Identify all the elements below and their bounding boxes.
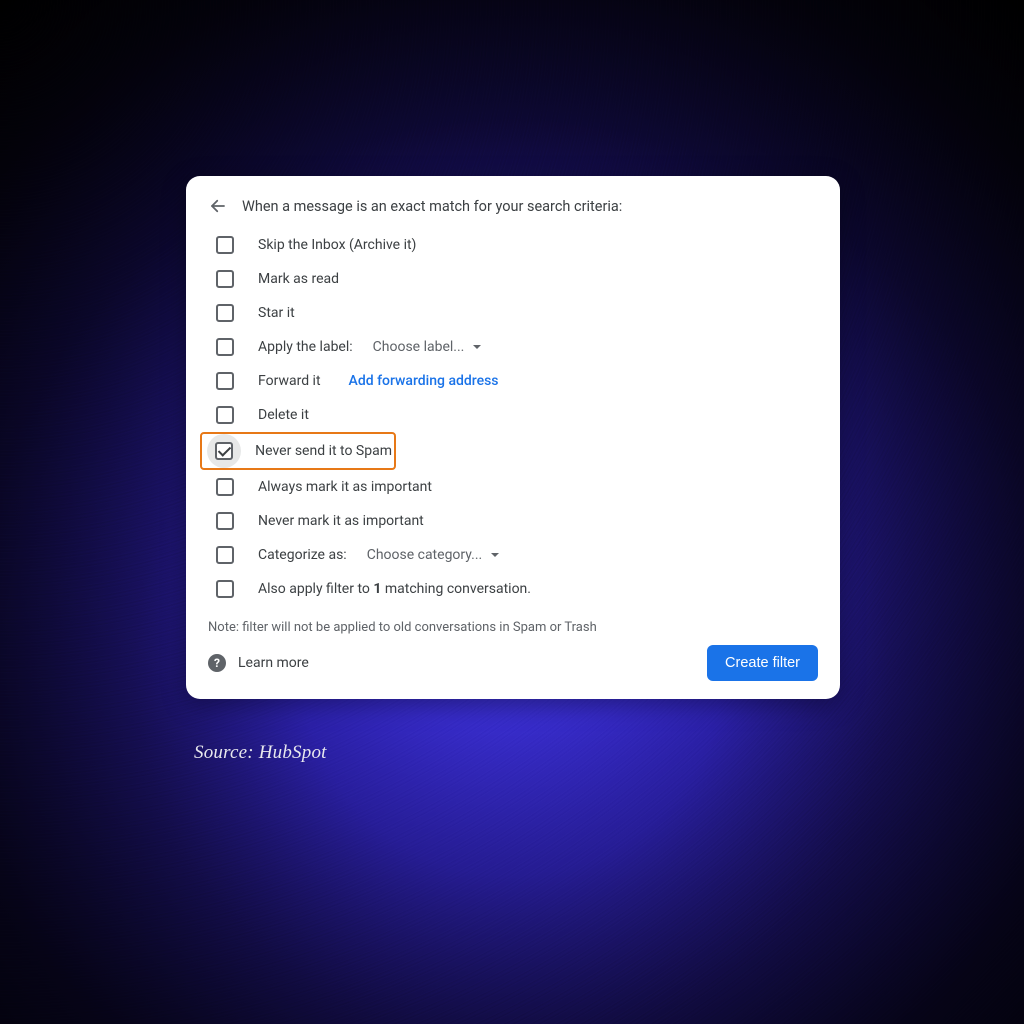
checkbox-forward[interactable] xyxy=(216,372,234,390)
checkbox-apply-label[interactable] xyxy=(216,338,234,356)
checkbox-never-spam[interactable] xyxy=(215,442,233,460)
option-label: Mark as read xyxy=(258,271,339,287)
option-always-important: Always mark it as important xyxy=(206,470,820,504)
back-arrow-icon[interactable] xyxy=(208,196,228,216)
dropdown-value: Choose category... xyxy=(367,547,483,563)
checkbox-star[interactable] xyxy=(216,304,234,322)
filter-options-list: Skip the Inbox (Archive it) Mark as read… xyxy=(206,228,820,606)
checkbox-mark-read[interactable] xyxy=(216,270,234,288)
filter-actions-panel: When a message is an exact match for you… xyxy=(186,176,840,699)
option-label: Always mark it as important xyxy=(258,479,432,495)
panel-title: When a message is an exact match for you… xyxy=(242,198,622,215)
source-caption: Source: HubSpot xyxy=(194,742,327,764)
option-label: Never mark it as important xyxy=(258,513,424,529)
option-never-important: Never mark it as important xyxy=(206,504,820,538)
option-star: Star it xyxy=(206,296,820,330)
option-forward: Forward it Add forwarding address xyxy=(206,364,820,398)
category-dropdown[interactable]: Choose category... xyxy=(367,547,501,563)
option-label: Also apply filter to 1 matching conversa… xyxy=(258,581,531,597)
create-filter-button[interactable]: Create filter xyxy=(707,645,818,681)
option-categorize: Categorize as: Choose category... xyxy=(206,538,820,572)
option-label: Categorize as: xyxy=(258,547,347,563)
also-apply-suffix: matching conversation. xyxy=(381,581,531,597)
checkbox-never-important[interactable] xyxy=(216,512,234,530)
option-label: Star it xyxy=(258,305,295,321)
help-icon[interactable]: ? xyxy=(208,654,226,672)
option-never-spam: Never send it to Spam xyxy=(200,432,396,470)
panel-footer: ? Learn more Create filter xyxy=(206,637,820,683)
checkbox-skip-inbox[interactable] xyxy=(216,236,234,254)
option-label: Skip the Inbox (Archive it) xyxy=(258,237,416,253)
checkbox-delete[interactable] xyxy=(216,406,234,424)
option-also-apply: Also apply filter to 1 matching conversa… xyxy=(206,572,820,606)
dropdown-value: Choose label... xyxy=(373,339,465,355)
learn-more-link[interactable]: Learn more xyxy=(238,655,309,671)
add-forwarding-link[interactable]: Add forwarding address xyxy=(349,373,499,389)
option-skip-inbox: Skip the Inbox (Archive it) xyxy=(206,228,820,262)
filter-note: Note: filter will not be applied to old … xyxy=(206,606,820,637)
option-apply-label: Apply the label: Choose label... xyxy=(206,330,820,364)
option-label: Delete it xyxy=(258,407,309,423)
label-dropdown[interactable]: Choose label... xyxy=(373,339,483,355)
also-apply-prefix: Also apply filter to xyxy=(258,581,373,597)
learn-more-row: ? Learn more xyxy=(208,654,309,672)
checkbox-always-important[interactable] xyxy=(216,478,234,496)
option-mark-read: Mark as read xyxy=(206,262,820,296)
option-label: Never send it to Spam xyxy=(255,443,392,459)
chevron-down-icon xyxy=(472,342,482,352)
chevron-down-icon xyxy=(490,550,500,560)
panel-header: When a message is an exact match for you… xyxy=(206,192,820,228)
checkbox-categorize[interactable] xyxy=(216,546,234,564)
option-delete: Delete it xyxy=(206,398,820,432)
option-label: Apply the label: xyxy=(258,339,353,355)
option-label: Forward it xyxy=(258,373,321,389)
checkbox-also-apply[interactable] xyxy=(216,580,234,598)
